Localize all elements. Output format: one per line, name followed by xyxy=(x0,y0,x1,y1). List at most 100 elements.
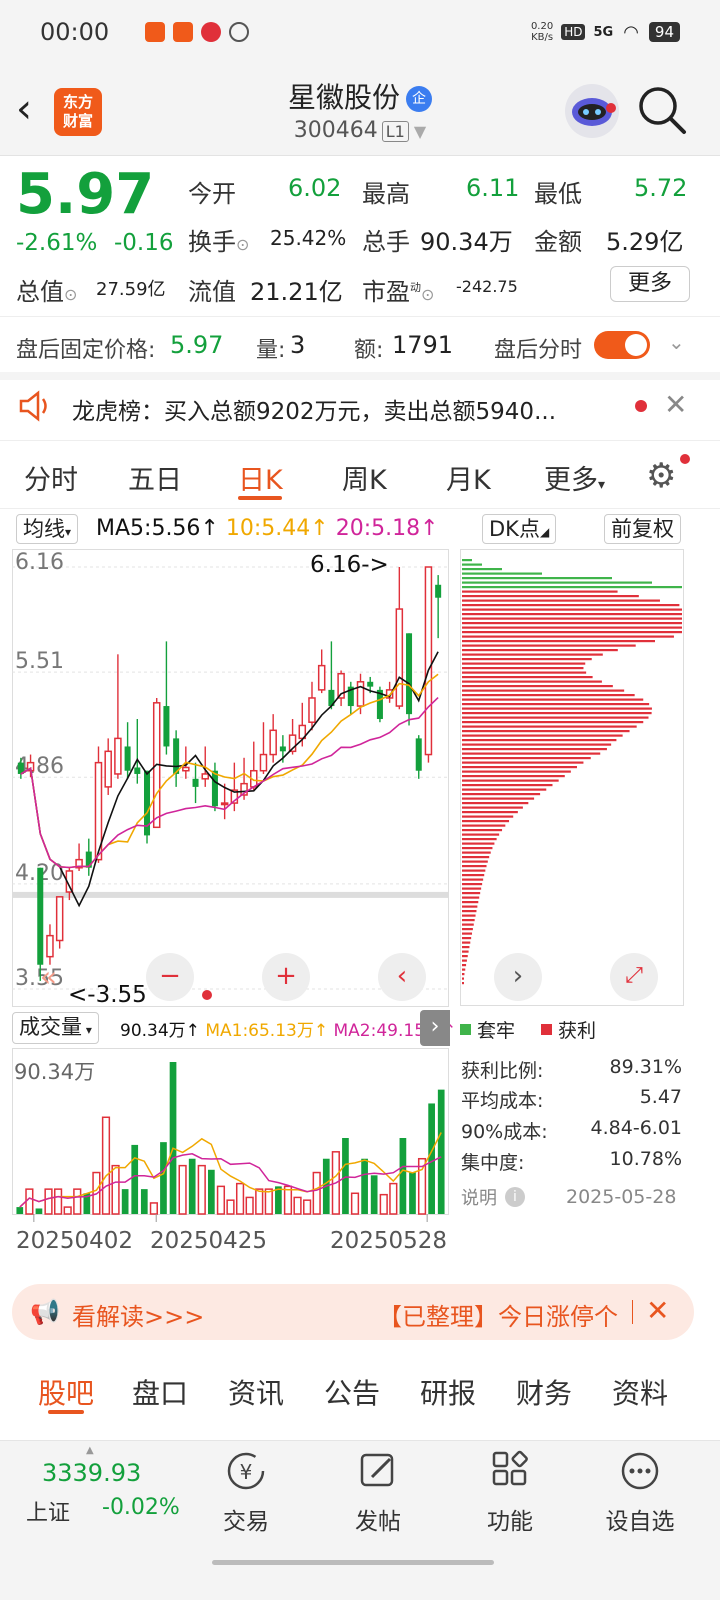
chip-expand-right-button[interactable]: › xyxy=(494,953,542,1001)
chip-bar xyxy=(462,613,682,616)
net-speed: 0.20 KB/s xyxy=(530,21,554,43)
volume-indicator-selector[interactable]: 成交量 ▾ xyxy=(12,1012,99,1044)
grid-icon xyxy=(480,1449,540,1502)
volume-bar xyxy=(379,1193,388,1215)
chip-bar xyxy=(462,770,571,773)
volume-bar xyxy=(428,1103,435,1214)
close-icon[interactable]: ✕ xyxy=(664,388,687,421)
fullscreen-icon[interactable]: ⤢ xyxy=(610,953,658,1001)
assistant-avatar[interactable] xyxy=(565,84,619,138)
chip-bar xyxy=(462,757,591,760)
candle-body xyxy=(424,566,433,756)
app-notification-icon xyxy=(173,22,194,42)
float-cap-value: 21.21亿 xyxy=(250,278,343,306)
volume-bar xyxy=(16,1207,24,1214)
tab-stock-forum[interactable]: 股吧 xyxy=(38,1372,94,1412)
unread-dot xyxy=(635,400,647,412)
dragon-tiger-notice[interactable]: 龙虎榜：买入总额9202万元，卖出总额5940... xyxy=(72,392,612,426)
expand-caret-icon[interactable]: ▲ xyxy=(86,1445,94,1456)
volume-bar xyxy=(283,1185,293,1215)
index-value[interactable]: 3339.93 xyxy=(42,1459,141,1487)
candle-body xyxy=(220,802,229,806)
y-tick-label: 5.51 xyxy=(15,649,64,674)
chip-bar xyxy=(462,865,487,868)
chip-bar xyxy=(462,635,674,638)
tab-financials[interactable]: 财务 xyxy=(516,1372,572,1412)
volume-bar xyxy=(73,1188,82,1215)
candlestick-chart[interactable]: 6.165.514.864.203.55 xyxy=(12,549,449,1007)
volume-bar xyxy=(44,1188,53,1215)
zoom-out-button[interactable]: − xyxy=(146,953,194,1001)
volume-bar xyxy=(160,1142,167,1214)
add-watchlist-nav-item[interactable]: 设自选 xyxy=(604,1449,676,1536)
tab-research[interactable]: 研报 xyxy=(420,1372,476,1412)
zoom-in-button[interactable]: + xyxy=(262,953,310,1001)
chip-bar xyxy=(462,950,469,953)
search-icon[interactable] xyxy=(636,84,688,140)
candle-body xyxy=(134,767,141,774)
more-button[interactable]: 更多 xyxy=(610,266,690,302)
trade-nav-item[interactable]: ¥ 交易 xyxy=(216,1449,276,1536)
functions-nav-item[interactable]: 功能 xyxy=(480,1449,540,1536)
chip-bar xyxy=(462,662,586,665)
volume-bar xyxy=(149,1202,158,1215)
candle-body xyxy=(104,750,112,788)
tab-profile[interactable]: 资料 xyxy=(612,1372,668,1412)
tab-daily-k[interactable]: 日K xyxy=(238,458,283,497)
chip-bar xyxy=(462,982,464,985)
chip-bar xyxy=(462,869,486,872)
chip-bar xyxy=(462,766,577,769)
chip-bar xyxy=(462,914,476,917)
tab-weekly-k[interactable]: 周K xyxy=(342,458,387,497)
candle-body xyxy=(356,681,365,707)
volume-bar xyxy=(216,1185,226,1215)
chip-bar xyxy=(462,811,518,814)
tab-monthly-k[interactable]: 月K xyxy=(446,458,491,497)
chip-bar xyxy=(462,577,612,580)
after-hours-toggle[interactable] xyxy=(594,331,650,359)
candle-body xyxy=(367,681,374,687)
tab-intraday[interactable]: 分时 xyxy=(24,458,78,497)
tab-five-day[interactable]: 五日 xyxy=(128,458,182,497)
volume-bar xyxy=(350,1192,360,1215)
candle-body xyxy=(201,773,209,780)
chip-bar xyxy=(462,928,473,931)
promo-banner[interactable]: 📢 看解读>>> 【已整理】今日涨停个 ✕ xyxy=(12,1284,694,1340)
explain-link[interactable]: 说明 i xyxy=(461,1184,525,1210)
chip-bar xyxy=(462,676,593,679)
chip-bar xyxy=(462,658,592,661)
tab-more[interactable]: 更多▾ xyxy=(544,458,605,497)
scroll-left-button[interactable]: ‹ xyxy=(378,953,426,1001)
adjust-selector[interactable]: 前复权 xyxy=(604,514,681,544)
settings-gear-icon[interactable]: ⚙ xyxy=(646,456,676,496)
rewind-icon[interactable]: « xyxy=(40,960,57,993)
tab-news[interactable]: 资讯 xyxy=(228,1372,284,1412)
volume-bar xyxy=(169,1062,177,1214)
chevron-down-icon[interactable]: ⌄ xyxy=(668,330,685,354)
edit-icon xyxy=(348,1449,408,1502)
after-hours-price-label: 盘后固定价格: xyxy=(16,338,156,363)
high-label: 最高 xyxy=(362,180,410,208)
indicator-selector[interactable]: 均线▾ xyxy=(16,514,79,544)
volume-bar xyxy=(101,1116,111,1215)
chip-bar xyxy=(462,775,565,778)
dk-point-selector[interactable]: DK点◢ xyxy=(482,514,557,544)
volume-bar xyxy=(140,1189,148,1214)
post-nav-item[interactable]: 发帖 xyxy=(348,1449,408,1536)
tab-order-book[interactable]: 盘口 xyxy=(132,1372,188,1412)
market-cap-value: 27.59亿 xyxy=(96,279,166,300)
chip-bar xyxy=(462,590,618,593)
turnover-value: 25.42% xyxy=(270,226,347,250)
chip-bar xyxy=(462,649,618,652)
volume-bar xyxy=(303,1199,312,1215)
expand-panel-icon[interactable]: › xyxy=(420,1010,450,1046)
chip-bar xyxy=(462,586,682,589)
after-hours-amount-label: 额: xyxy=(354,338,384,363)
banner-close-icon[interactable]: ✕ xyxy=(646,1294,669,1327)
candle-body xyxy=(46,934,54,958)
volume-bar xyxy=(197,1164,206,1215)
tab-announcements[interactable]: 公告 xyxy=(324,1372,380,1412)
chip-bar xyxy=(462,721,644,724)
chip-bar xyxy=(462,680,602,683)
chip-bar xyxy=(462,784,553,787)
